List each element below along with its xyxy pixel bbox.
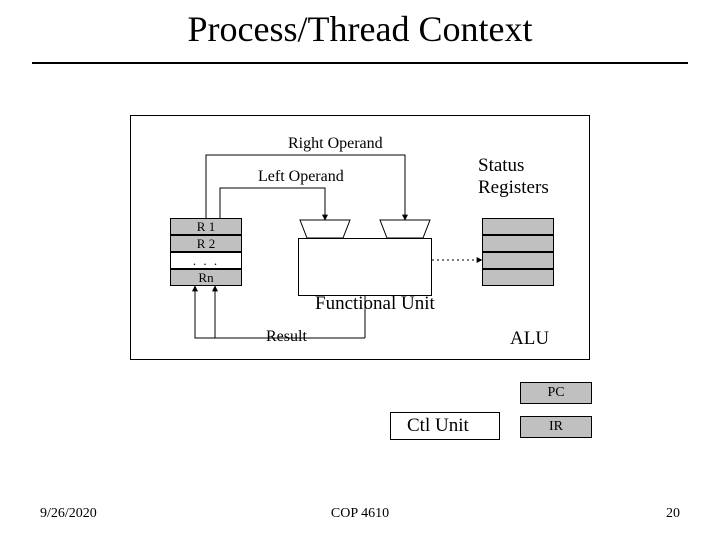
- register-rn: Rn: [170, 269, 242, 286]
- status-reg-3: [482, 252, 554, 269]
- right-operand-label: Right Operand: [288, 135, 383, 153]
- title-underline: [32, 62, 688, 64]
- functional-unit-box: [298, 238, 432, 296]
- slide-title: Process/Thread Context: [0, 8, 720, 50]
- functional-unit-label: Functional Unit: [315, 293, 435, 315]
- status-reg-4: [482, 269, 554, 286]
- register-r1: R 1: [170, 218, 242, 235]
- register-r2: R 2: [170, 235, 242, 252]
- ctl-unit-label: Ctl Unit: [407, 415, 469, 437]
- status-reg-2: [482, 235, 554, 252]
- status-registers-text: Status Registers: [478, 155, 549, 198]
- status-reg-1: [482, 218, 554, 235]
- alu-label: ALU: [510, 328, 549, 350]
- slide: Process/Thread Context Right Operand Lef…: [0, 0, 720, 540]
- register-dots: . . .: [170, 252, 242, 269]
- footer-page: 20: [666, 506, 680, 522]
- footer-course: COP 4610: [0, 506, 720, 522]
- left-operand-label: Left Operand: [258, 168, 344, 186]
- ir-register: IR: [520, 416, 592, 438]
- pc-register: PC: [520, 382, 592, 404]
- status-registers-label: Status Registers: [478, 155, 549, 199]
- result-label: Result: [266, 328, 307, 346]
